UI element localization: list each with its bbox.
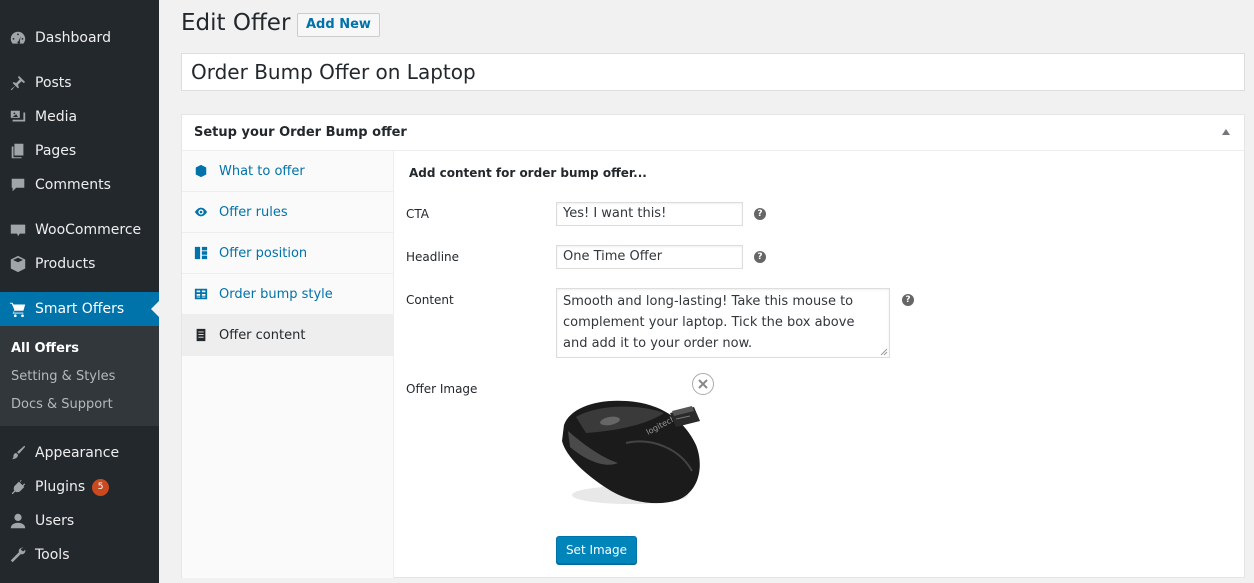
content-text: Smooth and long-lasting! Take this mouse… [563,294,855,351]
submenu-settings-styles[interactable]: Setting & Styles [11,369,115,384]
plugins-update-badge: 5 [92,478,110,496]
menu-products[interactable]: Products [0,247,159,281]
tab-offer-position-label: Offer position [219,245,308,261]
tab-order-bump-style-label: Order bump style [219,286,333,302]
tab-offer-position[interactable]: Offer position [182,233,394,274]
wrench-icon [8,545,28,565]
pages-icon [8,141,28,161]
menu-media-label: Media [35,109,78,125]
menu-pages-label: Pages [35,143,77,159]
menu-tools-label: Tools [35,547,70,563]
offer-title-input[interactable]: Order Bump Offer on Laptop [181,53,1245,91]
cart-icon [8,299,28,319]
menu-tools[interactable]: Tools [0,538,159,572]
cta-label: CTA [406,207,429,221]
menu-posts[interactable]: Posts [0,66,159,100]
menu-woocommerce-label: WooCommerce [35,222,142,238]
menu-appearance[interactable]: Appearance [0,436,159,470]
menu-users[interactable]: Users [0,504,159,538]
admin-sidebar: Dashboard Posts Media Pages Comments Woo… [0,0,159,583]
set-image-button[interactable]: Set Image [556,536,637,564]
headline-label: Headline [406,250,460,264]
headline-help-icon[interactable]: ? [754,251,766,263]
content-help-icon[interactable]: ? [902,294,914,306]
menu-smart-offers[interactable]: Smart Offers [0,292,159,326]
menu-media[interactable]: Media [0,100,159,134]
menu-dashboard[interactable]: Dashboard [0,21,159,55]
collapse-arrow-icon[interactable] [1222,129,1230,135]
menu-products-label: Products [35,256,96,272]
close-icon [698,379,708,389]
menu-smart-offers-label: Smart Offers [35,301,125,317]
tab-what-to-offer-label: What to offer [219,163,305,179]
offer-mouse-image: logitech [562,400,700,504]
tab-order-bump-style[interactable]: Order bump style [182,274,394,315]
content-label: Content [406,293,454,307]
woocommerce-icon [8,220,28,240]
content-textarea[interactable]: Smooth and long-lasting! Take this mouse… [556,288,890,358]
menu-comments[interactable]: Comments [0,168,159,202]
user-icon [8,511,28,531]
tab-offer-content-label: Offer content [219,327,306,343]
menu-appearance-label: Appearance [35,445,120,461]
table-icon [193,286,209,302]
cta-help-icon[interactable]: ? [754,208,766,220]
menu-woocommerce[interactable]: WooCommerce [0,213,159,247]
plugin-icon [8,477,28,497]
submenu-docs-support[interactable]: Docs & Support [11,397,113,412]
dashboard-icon [8,28,28,48]
tab-what-to-offer[interactable]: What to offer [182,151,394,192]
offer-image-label: Offer Image [406,382,478,396]
menu-plugins[interactable]: Plugins 5 [0,470,159,504]
box-icon [8,254,28,274]
metabox-header[interactable]: Setup your Order Bump offer [182,115,1244,151]
menu-plugins-label: Plugins [35,479,86,495]
tab-offer-rules[interactable]: Offer rules [182,192,394,233]
add-new-button[interactable]: Add New [297,13,380,37]
remove-image-button[interactable] [692,373,714,395]
content-heading: Add content for order bump offer... [409,166,647,180]
layout-icon [193,245,209,261]
smart-offers-submenu: All Offers Setting & Styles Docs & Suppo… [0,326,159,426]
resize-grip-icon[interactable] [880,348,888,356]
headline-input[interactable]: One Time Offer [556,245,743,269]
cta-input[interactable]: Yes! I want this! [556,202,743,226]
metabox-title: Setup your Order Bump offer [194,125,407,140]
eye-icon [193,204,209,220]
cube-icon [193,163,209,179]
tab-offer-content[interactable]: Offer content [182,315,394,356]
menu-posts-label: Posts [35,75,72,91]
page-title: Edit Offer [181,10,291,36]
brush-icon [8,443,28,463]
menu-comments-label: Comments [35,177,111,193]
menu-dashboard-label: Dashboard [35,30,111,46]
tab-offer-rules-label: Offer rules [219,204,288,220]
menu-users-label: Users [35,513,75,529]
metabox-tabs: What to offer Offer rules Offer position… [182,151,394,578]
document-icon [193,327,209,343]
submenu-all-offers[interactable]: All Offers [11,341,79,356]
comment-icon [8,175,28,195]
pin-icon [8,73,28,93]
menu-pages[interactable]: Pages [0,134,159,168]
media-icon [8,107,28,127]
